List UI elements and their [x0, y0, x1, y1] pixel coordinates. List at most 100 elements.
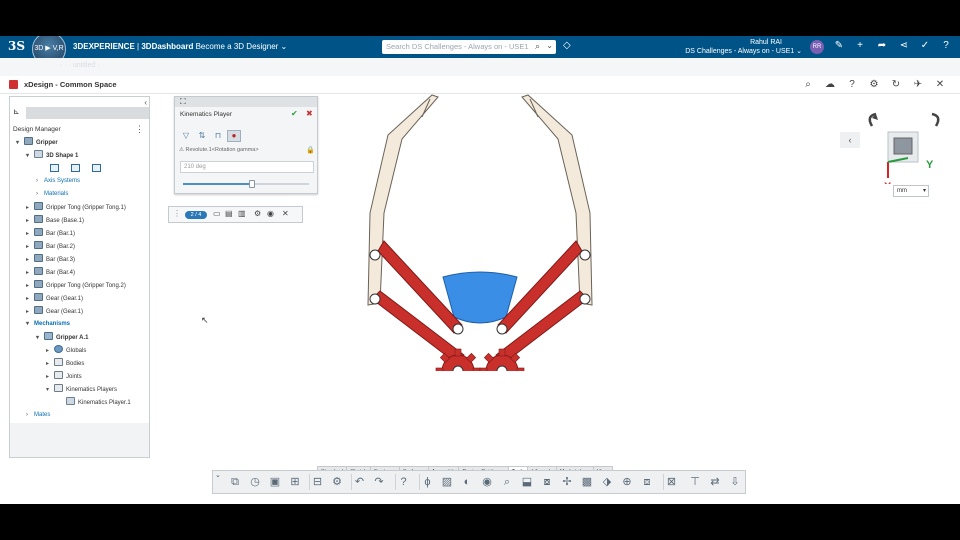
tenant-caret-icon[interactable]: ⌄ [796, 48, 802, 55]
unit-select[interactable]: mm ▾ [893, 185, 929, 197]
filter-icon[interactable]: ▽ [179, 131, 193, 143]
tree-node-axis-systems[interactable]: › Axis Systems [36, 176, 80, 186]
measure-icon[interactable]: ⌕ [499, 474, 515, 490]
tree-node-bar-4[interactable]: ▸ Bar (Bar.4) [26, 267, 75, 277]
app-title: 3DEXPERIENCE | 3DDashboard Become a 3D D… [73, 42, 287, 51]
tree-node-gripper-a1[interactable]: ▾ Gripper A.1 [36, 332, 88, 342]
settings-icon[interactable]: ⚙ [329, 474, 345, 490]
angle-field[interactable]: 210 deg [180, 161, 314, 173]
tree-node-joints[interactable]: ▸ Joints [46, 371, 82, 381]
app-name[interactable]: 3DDashboard [141, 42, 193, 51]
tree-node-mates[interactable]: › Mates [26, 410, 50, 420]
export-icon[interactable]: ⇩ [727, 474, 743, 490]
tree-node-materials[interactable]: › Materials [36, 189, 68, 199]
gripper-model[interactable] [340, 91, 620, 371]
tree-node-bodies[interactable]: ▸ Bodies [46, 358, 84, 368]
tag-icon[interactable]: ◇ [563, 40, 571, 51]
ok-button[interactable]: ✔ [291, 109, 298, 118]
chat-icon[interactable]: ✎ [832, 40, 846, 51]
plane-zx-icon[interactable] [92, 164, 101, 172]
tree-node-base[interactable]: ▸ Base (Base.1) [26, 215, 84, 225]
ds-logo[interactable]: 3S [8, 39, 25, 53]
tree-node-kinematics-player-1[interactable]: Kinematics Player.1 [66, 397, 131, 407]
user-info[interactable]: Rahul RAI DS Challenges - Always on - US… [672, 38, 802, 56]
dashboard-name[interactable]: Become a 3D Designer [196, 42, 279, 51]
list-edit-icon[interactable]: ▥ [238, 209, 246, 218]
design-icon[interactable]: ⧉ [227, 474, 243, 490]
record-button-icon[interactable]: ◉ [267, 209, 274, 218]
pin-icon[interactable]: ✈ [911, 79, 925, 90]
close-icon[interactable]: ✕ [933, 79, 947, 90]
compass-tool-icon[interactable]: ✓ [918, 40, 932, 51]
expand-panel-button[interactable]: ‹ [840, 132, 860, 148]
slider-knob[interactable] [249, 180, 256, 188]
axis-tool-icon[interactable]: ✢ [559, 474, 575, 490]
table-icon[interactable]: ▭ [213, 209, 221, 218]
panel-handle[interactable]: ⛶ [175, 97, 317, 107]
search-dropdown-icon[interactable]: ⌄ [546, 41, 553, 50]
mode-icon[interactable]: ⇅ [195, 131, 209, 143]
network-share-icon[interactable]: ⋖ [897, 40, 911, 51]
help-icon[interactable]: ? [939, 40, 953, 51]
lock-tool-icon[interactable]: ⊓ [211, 131, 225, 143]
explode-icon[interactable]: ⬗ [599, 474, 615, 490]
lasso-icon[interactable]: ϕ [419, 474, 435, 490]
search-icon[interactable]: ⌕ [535, 41, 540, 52]
capture-icon[interactable]: ⊞ [287, 474, 303, 490]
tree-node-bar-1[interactable]: ▸ Bar (Bar.1) [26, 228, 75, 238]
bom-icon[interactable]: ⊕ [619, 474, 635, 490]
search-input[interactable]: Search DS Challenges - Always on - USE1 … [382, 40, 556, 54]
redo-icon[interactable]: ↷ [371, 474, 387, 490]
tree-icon[interactable]: ⊾ [13, 107, 20, 116]
more-options-icon[interactable]: ⋮ [135, 124, 144, 135]
tree-node-gear-1[interactable]: ▸ Gear (Gear.1) [26, 293, 83, 303]
help-icon[interactable]: ? [845, 79, 859, 90]
tree-node-3d-shape[interactable]: ▾ 3D Shape 1 [26, 150, 78, 160]
close-icon[interactable]: ✕ [282, 209, 289, 218]
record-icon[interactable]: ● [227, 130, 241, 142]
help-icon[interactable]: ? [395, 474, 411, 490]
color-wheel-icon[interactable]: ◉ [479, 474, 495, 490]
tree-node-globals[interactable]: ▸ Globals [46, 345, 86, 355]
refresh-icon[interactable]: ↻ [889, 79, 903, 90]
add-icon[interactable]: + [853, 40, 867, 51]
clash-icon[interactable]: ⧇ [539, 474, 555, 490]
drag-handle-icon[interactable]: ⋮ [173, 209, 181, 218]
section-icon[interactable]: ⬓ [519, 474, 535, 490]
tree-node-tong-2[interactable]: ▸ Gripper Tong (Gripper Tong.2) [26, 280, 126, 290]
tree-node-kinematics-players[interactable]: ▾ Kinematics Players [46, 384, 117, 394]
collapse-panel-icon[interactable]: ‹ [144, 98, 147, 107]
connect-icon[interactable]: ⇄ [707, 474, 723, 490]
tree-node-gripper[interactable]: ▾ Gripper [16, 137, 58, 147]
history-icon[interactable]: ◷ [247, 474, 263, 490]
cancel-button[interactable]: ✖ [306, 109, 313, 118]
settings-icon[interactable]: ⚙ [867, 79, 881, 90]
list-icon[interactable]: ▤ [225, 209, 233, 218]
tree-node-tong-1[interactable]: ▸ Gripper Tong (Gripper Tong.1) [26, 202, 126, 212]
settings-icon[interactable]: ⚙ [254, 209, 261, 218]
angle-slider[interactable] [183, 180, 309, 188]
plane-yz-icon[interactable] [71, 164, 80, 172]
filter-tool-icon[interactable]: ⊤ [687, 474, 703, 490]
tree-node-bar-3[interactable]: ▸ Bar (Bar.3) [26, 254, 75, 264]
tree-node-mechanisms[interactable]: ▾ Mechanisms [26, 319, 70, 329]
undo-icon[interactable]: ↶ [351, 474, 367, 490]
tree-node-gear-2[interactable]: ▸ Gear (Gear.1) [26, 306, 83, 316]
pattern-icon[interactable]: ▩ [579, 474, 595, 490]
avatar[interactable]: RR [810, 40, 824, 54]
mechanism-icon[interactable]: ⊠ [663, 474, 679, 490]
view-cube[interactable]: Y X [860, 110, 950, 184]
plane-xy-icon[interactable] [50, 164, 59, 172]
part-tool-icon[interactable]: ⧈ [639, 474, 655, 490]
render-icon[interactable]: ◐ [459, 474, 475, 490]
dashboard-caret-icon[interactable]: ⌄ [281, 42, 288, 51]
structure-icon[interactable]: ⊟ [309, 474, 325, 490]
share-icon[interactable]: ➦ [875, 40, 889, 51]
cloud-icon[interactable]: ☁ [823, 79, 837, 90]
action-bar-dropdown-icon[interactable]: ⌄ [215, 471, 221, 479]
save-icon[interactable]: ▣ [267, 474, 283, 490]
image-icon[interactable]: ▨ [439, 474, 455, 490]
lock-icon[interactable]: 🔒 [306, 146, 315, 154]
tree-node-bar-2[interactable]: ▸ Bar (Bar.2) [26, 241, 75, 251]
search-icon[interactable]: ⌕ [801, 79, 815, 90]
